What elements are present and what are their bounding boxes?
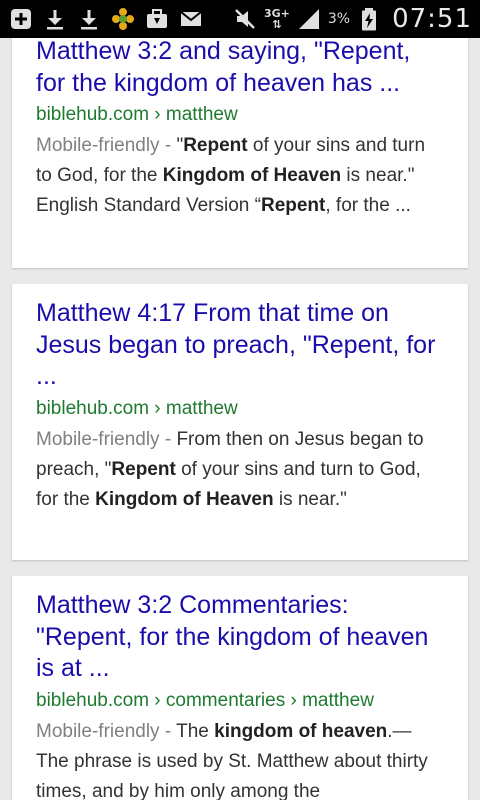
mobile-friendly-label: Mobile-friendly - (36, 135, 177, 156)
mute-icon (232, 6, 258, 32)
data-arrows-icon: ⇅ (272, 18, 282, 31)
snippet-highlight: Repent (183, 135, 248, 156)
signal-icon (296, 6, 322, 32)
search-results[interactable]: Matthew 3:2 and saying, "Repent, for the… (0, 38, 480, 800)
download-icon (42, 6, 68, 32)
add-icon (8, 6, 34, 32)
result-title-link[interactable]: Matthew 3:2 Commentaries: "Repent, for t… (36, 590, 444, 685)
status-bar: 3G+ ⇅ 3% 07:51 (0, 0, 480, 38)
snippet-highlight: Repent (111, 458, 176, 480)
result-card: Matthew 3:2 Commentaries: "Repent, for t… (12, 576, 468, 800)
battery-charging-icon (356, 6, 382, 32)
clock: 07:51 (392, 4, 472, 34)
result-title-link[interactable]: Matthew 4:17 From that time on Jesus beg… (36, 298, 444, 393)
result-snippet: Mobile-friendly - "Repent of your sins a… (36, 131, 444, 221)
snippet-highlight: Repent (260, 195, 326, 216)
result-title-link[interactable]: Matthew 3:2 and saying, "Repent, for the… (36, 38, 444, 99)
result-url[interactable]: biblehub.com › matthew (36, 101, 444, 129)
mobile-friendly-label: Mobile-friendly - (36, 720, 177, 742)
battery-percent: 3% (327, 11, 351, 27)
download-icon (76, 6, 102, 32)
briefcase-icon (144, 6, 170, 32)
result-card: Matthew 3:2 and saying, "Repent, for the… (12, 38, 468, 268)
flower-icon (110, 6, 136, 32)
snippet-highlight: Kingdom of Heaven (95, 488, 274, 510)
snippet-text: The (176, 720, 215, 742)
snippet-highlight: Kingdom of Heaven (162, 165, 342, 186)
notification-icons (8, 6, 204, 32)
result-card: Matthew 4:17 From that time on Jesus beg… (12, 284, 468, 560)
result-url[interactable]: biblehub.com › matthew (36, 395, 444, 423)
snippet-highlight: kingdom of heaven (214, 720, 388, 742)
snippet-text: , for the ... (325, 195, 411, 216)
result-snippet: Mobile-friendly - From then on Jesus beg… (36, 425, 444, 515)
network-type: 3G+ ⇅ (263, 7, 290, 31)
result-snippet: Mobile-friendly - The kingdom of heaven.… (36, 717, 444, 800)
result-url[interactable]: biblehub.com › commentaries › matthew (36, 687, 444, 715)
mobile-friendly-label: Mobile-friendly - (36, 428, 177, 450)
snippet-text: is near." (273, 488, 347, 510)
mail-icon (178, 6, 204, 32)
